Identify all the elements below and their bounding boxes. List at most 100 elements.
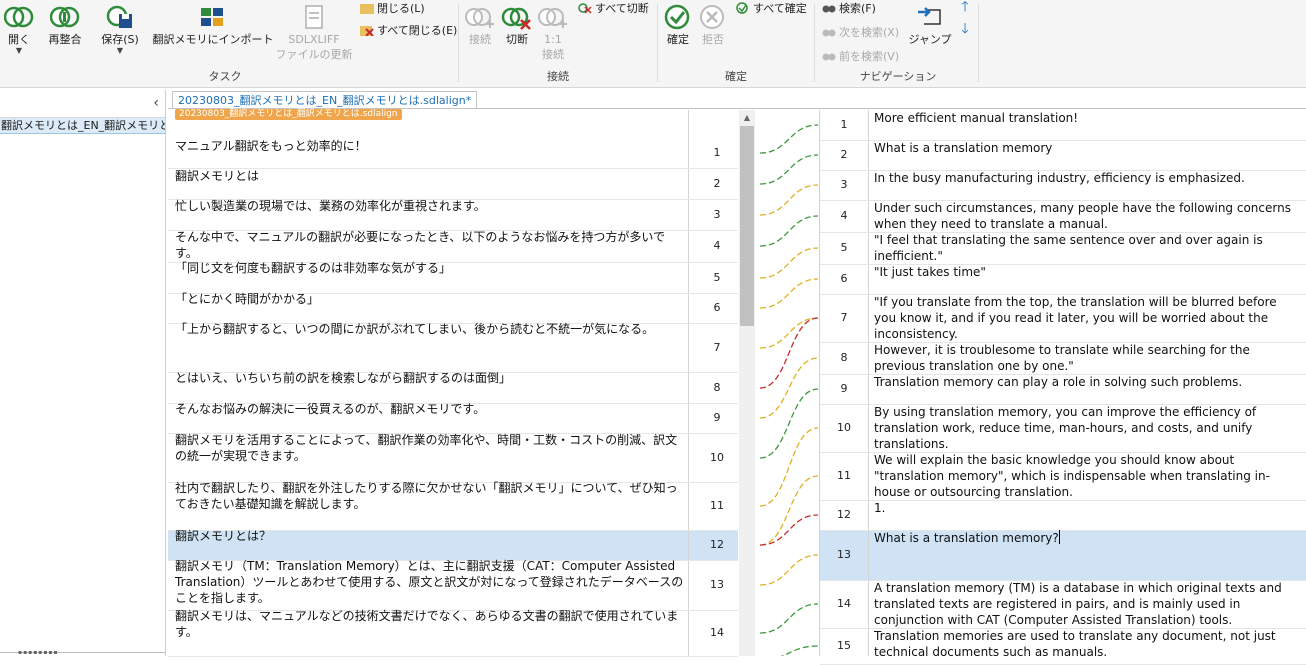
sdlxliff-update-button[interactable]: SDLXLIFF ファイルの更新 (276, 2, 353, 62)
search-prev-icon (822, 49, 836, 63)
alignment-link-yellow[interactable] (759, 278, 819, 309)
target-segment-text[interactable]: Translation memories are used to transla… (874, 628, 1294, 660)
scrollbar-thumb[interactable] (740, 126, 754, 326)
disconnect-all-button[interactable]: すべて切断 (578, 0, 649, 16)
open-icon (3, 2, 35, 32)
binoculars-icon (822, 1, 836, 15)
import-tm-button[interactable]: 翻訳メモリにインポート (153, 2, 274, 47)
source-segment-text[interactable]: 翻訳メモリとは (175, 168, 685, 184)
source-segment-text[interactable]: 翻訳メモリを活用することによって、翻訳作業の効率化や、時間・工数・コストの削減、… (175, 432, 685, 464)
source-segment-text[interactable]: そんな中で、マニュアルの翻訳が必要になったとき、以下のようなお悩みを持つ方が多い… (175, 229, 685, 261)
disconnect-button[interactable]: 切断 (500, 2, 534, 47)
disconnect-all-label: すべて切断 (595, 2, 649, 15)
splitter-grip-icon[interactable]: ▪▪▪▪▪▪▪▪ (18, 649, 59, 656)
realign-icon (49, 2, 81, 32)
reorganize-button[interactable]: 再整合 (44, 2, 86, 47)
target-segment-text[interactable]: What is a translation memory? (874, 530, 1294, 546)
alignment-link-yellow[interactable] (759, 317, 819, 349)
next-segment-button[interactable]: 🡓 (958, 21, 972, 38)
open-dropdown-icon[interactable]: ▼ (16, 47, 22, 55)
target-segment-text[interactable]: "If you translate from the top, the tran… (874, 294, 1294, 342)
open-button[interactable]: 開く ▼ (4, 2, 34, 55)
source-segment-text[interactable]: 忙しい製造業の現場では、業務の効率化が重視されます。 (175, 198, 685, 214)
target-segment-text[interactable]: We will explain the basic knowledge you … (874, 452, 1294, 500)
alignment-link-yellow[interactable] (759, 554, 819, 586)
reject-button[interactable]: 拒否 (696, 2, 730, 47)
alignment-link-yellow[interactable] (759, 184, 819, 216)
target-segment-text[interactable]: What is a translation memory (874, 140, 1294, 156)
source-segment-text[interactable]: 翻訳メモリは、マニュアルなどの技術文書だけでなく、あらゆる文書の翻訳で使用されて… (175, 608, 685, 640)
target-segment-text[interactable]: More efficient manual translation! (874, 110, 1294, 126)
target-text-column-divider (868, 110, 869, 656)
confirm-all-button[interactable]: すべて確定 (736, 0, 807, 16)
jump-icon (914, 2, 946, 32)
alignment-link-green[interactable] (759, 154, 819, 185)
close-all-button[interactable]: すべて閉じる(E) (360, 22, 457, 38)
target-segment-number: 9 (840, 382, 848, 395)
target-segment-text[interactable]: By using translation memory, you can imp… (874, 404, 1294, 452)
save-dropdown-icon[interactable]: ▼ (117, 47, 123, 55)
target-segment-text[interactable]: 1. (874, 500, 1294, 516)
jump-button[interactable]: ジャンプ (908, 2, 952, 47)
source-segment-text[interactable]: 「同じ文を何度も翻訳するのは非効率な気がする」 (175, 260, 685, 276)
close-button[interactable]: 閉じる(L) (360, 0, 425, 16)
connect-button[interactable]: 接続 (463, 2, 497, 47)
target-segment-text[interactable]: A translation memory (TM) is a database … (874, 580, 1294, 628)
import-tm-label: 翻訳メモリにインポート (152, 33, 274, 46)
alignment-link-yellow[interactable] (759, 357, 819, 419)
panel-header: ‹ (0, 90, 165, 118)
search-label: 検索(F) (839, 2, 876, 15)
document-tab[interactable]: 20230803_翻訳メモリとは_EN_翻訳メモリとは.sdlalign* (172, 91, 478, 109)
alignment-link-green[interactable] (759, 215, 819, 247)
alignment-link-red[interactable] (759, 317, 819, 389)
source-segment-number: 5 (713, 271, 721, 284)
source-segment-text[interactable]: 「上から翻訳すると、いつの間にか訳がぶれてしまい、後から読むと不統一が気になる。 (175, 321, 685, 337)
alignment-link-red[interactable] (759, 514, 819, 546)
source-segment-text[interactable]: とはいえ、いちいち前の訳を検索しながら翻訳するのは面倒」 (175, 370, 685, 386)
open-label: 開く (8, 33, 30, 46)
target-segment-text[interactable]: However, it is troublesome to translate … (874, 342, 1294, 374)
alignment-link-green[interactable] (759, 603, 819, 634)
source-segment-number: 10 (710, 451, 724, 464)
alignment-link-green[interactable] (759, 124, 819, 154)
alignment-link-green[interactable] (759, 388, 819, 459)
target-segment-number: 7 (840, 311, 848, 324)
target-segment-text[interactable]: Under such circumstances, many people ha… (874, 200, 1294, 232)
one-to-one-button[interactable]: 1:1 接続 (536, 2, 570, 62)
reorganize-label: 再整合 (48, 33, 82, 46)
target-segment-number: 13 (837, 548, 851, 561)
search-button[interactable]: 検索(F) (822, 0, 876, 16)
alignment-link-yellow[interactable] (759, 427, 819, 507)
sdlxliff-label-1: SDLXLIFF (288, 33, 340, 46)
source-segment-text[interactable]: 社内で翻訳したり、翻訳を外注したりする際に欠かせない「翻訳メモリ」について、ぜひ… (175, 480, 685, 512)
source-segment-number: 6 (713, 301, 721, 314)
one-to-one-label-1: 1:1 (544, 33, 562, 46)
source-segment-text[interactable]: 翻訳メモリとは？ (175, 528, 685, 544)
jump-label: ジャンプ (908, 33, 952, 46)
confirm-group-label: 確定 (725, 70, 747, 83)
scroll-up-icon[interactable]: ▲ (739, 110, 755, 126)
source-segment-number: 2 (713, 177, 721, 190)
file-list-item[interactable]: 翻訳メモリとは_EN_翻訳メモリとは. (0, 118, 165, 134)
search-next-button[interactable]: 次を検索(X) (822, 24, 899, 40)
target-segment-text[interactable]: Translation memory can play a role in so… (874, 374, 1294, 390)
alignment-link-yellow[interactable] (759, 475, 819, 546)
confirm-button[interactable]: 確定 (662, 2, 694, 47)
source-segment-text[interactable]: マニュアル翻訳をもっと効率的に！ (175, 138, 685, 154)
source-segment-text[interactable]: 「とにかく時間がかかる」 (175, 291, 685, 307)
source-segment-text[interactable]: 翻訳メモリ（TM：Translation Memory）とは、主に翻訳支援（CA… (175, 558, 685, 606)
search-next-icon (822, 25, 836, 39)
target-segment-number: 10 (837, 421, 851, 434)
target-segment-text[interactable]: In the busy manufacturing industry, effi… (874, 170, 1294, 186)
collapse-panel-icon[interactable]: ‹ (153, 95, 159, 111)
save-button[interactable]: 保存(S) ▼ (100, 2, 140, 55)
search-prev-button[interactable]: 前を検索(V) (822, 48, 899, 64)
close-all-label: すべて閉じる(E) (377, 24, 458, 37)
source-segment-text[interactable]: そんなお悩みの解決に一役買えるのが、翻訳メモリです。 (175, 401, 685, 417)
previous-segment-button[interactable]: 🡑 (958, 0, 972, 16)
target-segment-text[interactable]: "I feel that translating the same senten… (874, 232, 1294, 264)
alignment-link-yellow[interactable] (759, 247, 819, 279)
target-segment-text[interactable]: "It just takes time" (874, 264, 1294, 280)
source-number-column-divider (688, 110, 689, 656)
alignment-link-green[interactable] (760, 645, 819, 656)
